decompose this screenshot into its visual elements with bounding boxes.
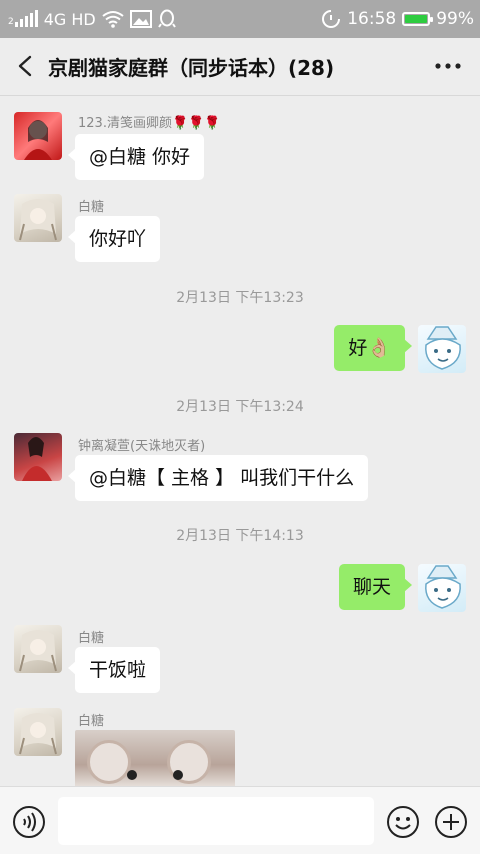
signal-icon: 2 (8, 10, 38, 27)
voice-icon[interactable] (12, 805, 46, 839)
image-icon (129, 10, 152, 28)
qq-icon (157, 9, 176, 28)
wifi-icon (102, 11, 124, 28)
message-bubble[interactable]: 你好吖 (67, 216, 161, 262)
chat-list[interactable]: 123.清笺画卿颜🌹🌹🌹 @白糖 你好 白糖 你好吖 2月13日 下午13:23… (0, 96, 480, 786)
chevron-left-icon[interactable] (12, 52, 40, 80)
sugar-avatar[interactable] (14, 708, 62, 756)
sender-name: 白糖 (78, 714, 105, 729)
input-bar (0, 786, 480, 854)
chat-title: 京剧猫家庭群（同步话本）(28) (48, 56, 335, 80)
fairy-avatar[interactable] (14, 433, 62, 481)
sender-name: 白糖 (78, 200, 105, 215)
timestamp: 2月13日 下午13:24 (176, 399, 304, 415)
hamster-photo[interactable] (75, 730, 235, 786)
status-time: 16:58 (347, 9, 397, 29)
plus-icon[interactable] (434, 805, 468, 839)
alarm-icon (322, 10, 341, 28)
message-bubble[interactable]: 好👌🏼 (334, 325, 412, 371)
message-bubble[interactable]: @白糖 你好 (67, 134, 205, 180)
sugar-avatar[interactable] (14, 625, 62, 673)
timestamp: 2月13日 下午14:13 (176, 528, 304, 544)
battery-percent: 99% (436, 9, 474, 29)
sender-name: 123.清笺画卿颜🌹🌹🌹 (78, 116, 221, 131)
timestamp: 2月13日 下午13:23 (176, 290, 304, 306)
sugar-avatar[interactable] (14, 194, 62, 242)
status-bar: 2 4G HD 16:58 99% (0, 0, 480, 38)
sender-name: 钟离凝萱(天诛地灭者) (78, 439, 206, 454)
message-bubble[interactable]: @白糖【 主格 】 叫我们干什么 (67, 455, 369, 501)
sender-name: 白糖 (78, 631, 105, 646)
battery-icon (402, 12, 434, 26)
more-dots-icon[interactable] (434, 54, 462, 78)
girl-red-avatar[interactable] (14, 112, 62, 160)
cat-avatar[interactable] (418, 564, 466, 612)
chat-header: 京剧猫家庭群（同步话本）(28) (0, 38, 480, 96)
status-left: 2 4G HD (8, 9, 176, 29)
message-bubble[interactable]: 聊天 (338, 564, 413, 610)
message-input[interactable] (58, 797, 374, 845)
emoji-icon[interactable] (386, 805, 420, 839)
sim-label: 2 (8, 17, 14, 27)
status-right: 16:58 99% (321, 9, 474, 29)
cat-avatar[interactable] (418, 325, 466, 373)
network-type: 4G HD (43, 9, 96, 29)
message-bubble[interactable]: 干饭啦 (67, 647, 161, 693)
